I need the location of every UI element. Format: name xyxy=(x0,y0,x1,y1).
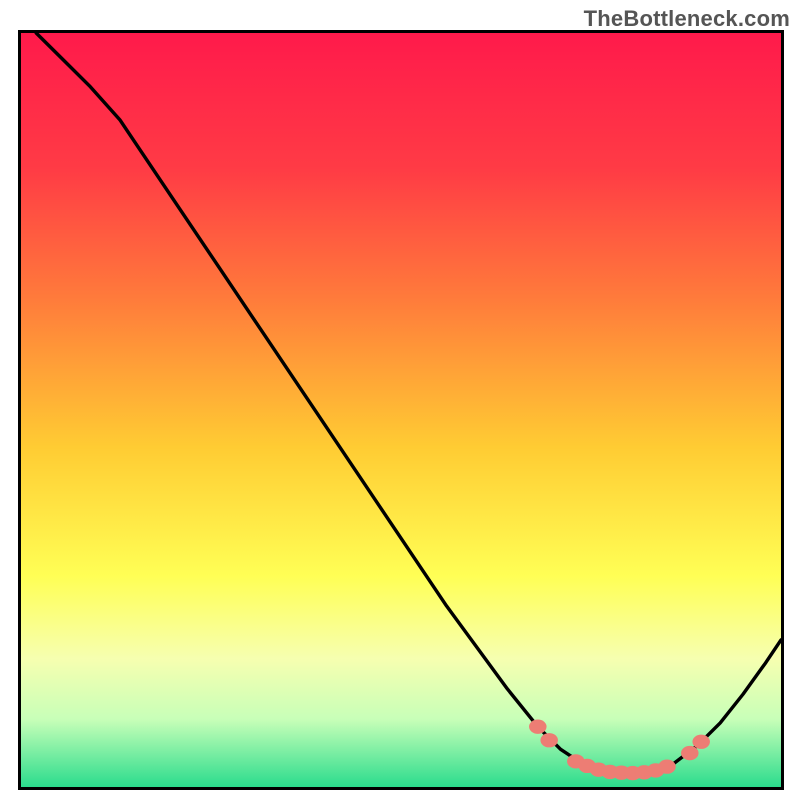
watermark-label: TheBottleneck.com xyxy=(584,6,790,32)
curve-marker xyxy=(692,735,709,749)
chart-frame: TheBottleneck.com xyxy=(0,0,800,800)
gradient-background xyxy=(21,33,781,787)
curve-marker xyxy=(529,720,546,734)
chart-svg xyxy=(21,33,781,787)
plot-area xyxy=(18,30,784,790)
curve-marker xyxy=(658,759,675,773)
curve-marker xyxy=(681,746,698,760)
curve-marker xyxy=(540,733,557,747)
